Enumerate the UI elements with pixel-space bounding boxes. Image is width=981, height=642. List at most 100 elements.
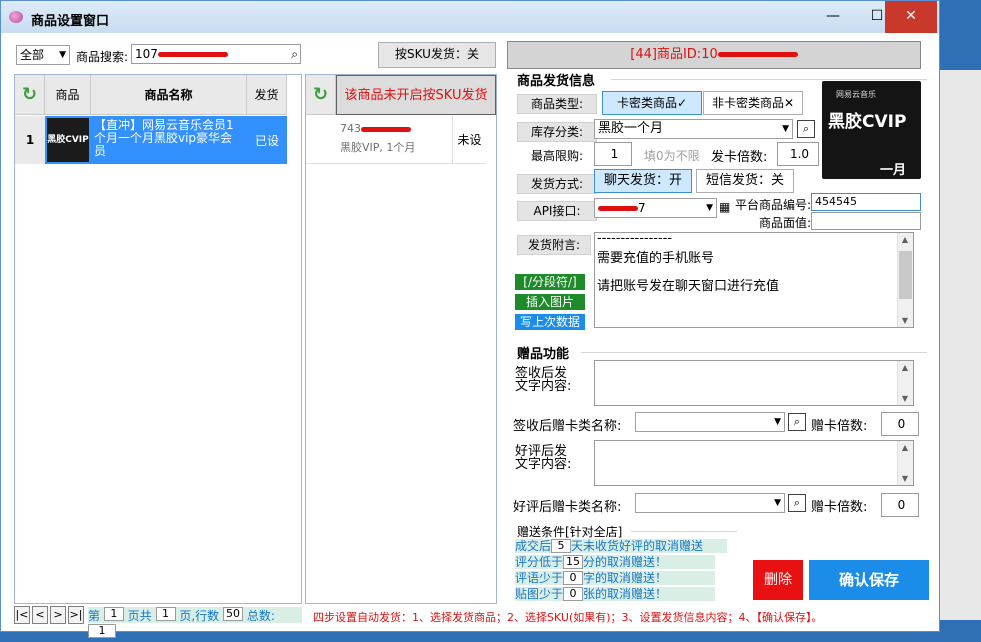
product-image-title: 黑胶CVIP <box>828 112 907 132</box>
insert-image-button[interactable]: 插入图片 <box>515 294 585 310</box>
platform-code-input[interactable]: 454545 <box>811 193 921 211</box>
scroll-thumb[interactable] <box>899 251 912 299</box>
stock-value: 黑胶一个月 <box>598 121 664 136</box>
minimize-icon[interactable]: — <box>815 1 851 33</box>
scroll-up-icon[interactable]: ▲ <box>898 235 912 244</box>
title-bar[interactable]: 商品设置窗口 — ☐ ✕ <box>1 1 939 33</box>
prev-page-button[interactable]: < <box>32 606 48 624</box>
receipt-multiple-input[interactable]: 0 <box>881 412 919 436</box>
sku-list-panel: ↻ 该商品未开启按SKU发货 743 黑胶VIP, 1个月 未设 <box>305 74 497 604</box>
redaction-mark <box>717 52 798 57</box>
rows-input[interactable]: 50 <box>223 607 243 621</box>
close-icon[interactable]: ✕ <box>885 1 937 33</box>
note-line-2: 需要充值的手机账号 <box>597 251 715 266</box>
product-type-label: 商品类型: <box>517 94 597 114</box>
sku-toggle-button[interactable]: 按SKU发货：关 <box>378 42 496 68</box>
total-label: 页共 <box>127 609 152 623</box>
sms-ship-toggle[interactable]: 短信发货：关 <box>696 169 794 193</box>
ship-status-cell: 已设 <box>255 134 280 148</box>
review-multiple-input[interactable]: 0 <box>881 493 919 517</box>
scroll-up-icon[interactable]: ▲ <box>898 363 912 372</box>
scroll-down-icon[interactable]: ▼ <box>898 394 912 403</box>
product-thumbnail: 黑胶CVIP <box>47 118 89 162</box>
cond4-b: 张的取消赠送！ <box>583 587 668 601</box>
product-settings-window: 商品设置窗口 — ☐ ✕ 全部 ▼ 商品搜索: 107 ⌕ 按SKU发货：关 [… <box>0 0 940 638</box>
note-label: 发货附言: <box>517 235 591 255</box>
product-image: 网易云音乐 黑胶CVIP 一月 <box>822 81 921 179</box>
page-input[interactable]: 1 <box>103 607 124 621</box>
scroll-up-icon[interactable]: ▲ <box>898 443 912 452</box>
first-page-button[interactable]: |< <box>14 606 30 624</box>
cond1-input[interactable]: 5 <box>551 539 572 553</box>
divider <box>631 531 737 532</box>
refresh-glyph: ↻ <box>312 84 329 105</box>
review-multiple-label: 赠卡倍数: <box>811 500 868 515</box>
receipt-card-search-icon[interactable]: ⌕ <box>788 413 806 431</box>
api-select[interactable]: 7 ▼ <box>594 198 717 218</box>
receipt-text-label: 签收后发 文字内容: <box>515 366 572 394</box>
review-card-search-icon[interactable]: ⌕ <box>788 494 806 512</box>
save-button[interactable]: 确认保存 <box>809 560 929 600</box>
chevron-down-icon: ▼ <box>782 124 789 134</box>
chat-ship-toggle[interactable]: 聊天发货：开 <box>594 169 692 193</box>
scroll-down-icon[interactable]: ▼ <box>898 316 912 325</box>
stock-select[interactable]: 黑胶一个月 ▼ <box>594 119 793 139</box>
note-textarea[interactable]: ---------------- 需要充值的手机账号 请把账号发在聊天窗口进行充… <box>594 231 914 328</box>
sku-id-cell: 743 <box>340 122 411 135</box>
receipt-card-label: 签收后赠卡类名称: <box>513 419 622 434</box>
product-image-logo: 网易云音乐 <box>836 90 876 99</box>
face-value-input[interactable] <box>811 212 921 230</box>
category-select[interactable]: 全部 ▼ <box>16 45 70 65</box>
delete-button[interactable]: 删除 <box>753 560 803 600</box>
product-name-cell: 【直冲】网易云音乐会员1个月一个月黑胶vip豪华会员 <box>94 118 234 158</box>
condition-row-days: 成交后 5 天未收货好评的取消赠送 <box>515 539 727 553</box>
sku-refresh-icon[interactable]: ↻ <box>306 75 336 115</box>
receipt-text-area[interactable]: ▲ ▼ <box>594 360 914 406</box>
note-scrollbar[interactable]: ▲ ▼ <box>897 233 913 327</box>
cond2-b: 分的取消赠送！ <box>583 555 668 569</box>
api-label: API接口: <box>517 201 597 221</box>
separator-button[interactable]: [/分段符/] <box>515 274 585 290</box>
review-scrollbar[interactable]: ▲ ▼ <box>897 441 913 485</box>
product-id-bar: [44]商品ID:10 <box>507 41 921 69</box>
limit-hint: 填0为不限 <box>644 149 700 163</box>
review-text-area[interactable]: ▲ ▼ <box>594 440 914 486</box>
redaction-mark <box>598 206 638 211</box>
next-page-button[interactable]: > <box>50 606 66 624</box>
cond3-input[interactable]: 0 <box>563 571 584 585</box>
table-row[interactable]: 黑胶CVIP 【直冲】网易云音乐会员1个月一个月黑胶vip豪华会员 已设 <box>45 116 287 164</box>
row-index[interactable]: 1 <box>15 116 45 164</box>
scroll-down-icon[interactable]: ▼ <box>898 474 912 483</box>
card-type-button[interactable]: 卡密类商品✓ <box>602 91 702 115</box>
review-card-select[interactable]: ▼ <box>635 493 785 513</box>
col-ship[interactable]: 发货 <box>247 75 287 115</box>
search-input[interactable]: 107 ⌕ <box>131 44 301 64</box>
page-label: 第 <box>88 609 101 623</box>
col-product-name[interactable]: 商品名称 <box>91 75 247 115</box>
redaction-mark <box>157 52 228 57</box>
product-list-panel: ↻ 商品 商品名称 发货 1 黑胶CVIP 【直冲】网易云音乐会员1个月一个月黑… <box>14 74 302 604</box>
refresh-icon[interactable]: ↻ <box>15 75 45 115</box>
col-product[interactable]: 商品 <box>45 75 91 115</box>
table-row[interactable]: 743 黑胶VIP, 1个月 未设 <box>306 116 486 164</box>
conditions-title: 赠送条件[针对全店] <box>517 525 623 539</box>
multiple-input[interactable]: 1.0 <box>777 142 819 166</box>
last-page-button[interactable]: >| <box>68 606 84 624</box>
receipt-card-select[interactable]: ▼ <box>635 412 785 432</box>
category-value: 全部 <box>20 48 45 62</box>
last-data-button[interactable]: 写上次数据 <box>515 314 585 330</box>
cond2-input[interactable]: 15 <box>563 555 584 569</box>
receipt-scrollbar[interactable]: ▲ ▼ <box>897 361 913 405</box>
cond2-a: 评分低于 <box>515 555 564 569</box>
keyboard-icon[interactable]: ▦ <box>719 200 730 214</box>
non-card-type-button[interactable]: 非卡密类商品✕ <box>703 91 803 115</box>
chevron-down-icon: ▼ <box>706 203 713 213</box>
search-icon[interactable]: ⌕ <box>291 45 298 63</box>
refresh-glyph: ↻ <box>21 84 38 105</box>
search-input-value: 107 <box>135 47 158 61</box>
stock-search-icon[interactable]: ⌕ <box>797 120 815 138</box>
review-card-label: 好评后赠卡类名称: <box>513 500 622 515</box>
cond3-a: 评语少于 <box>515 571 564 585</box>
limit-input[interactable]: 1 <box>594 142 632 166</box>
cond4-input[interactable]: 0 <box>563 587 584 601</box>
